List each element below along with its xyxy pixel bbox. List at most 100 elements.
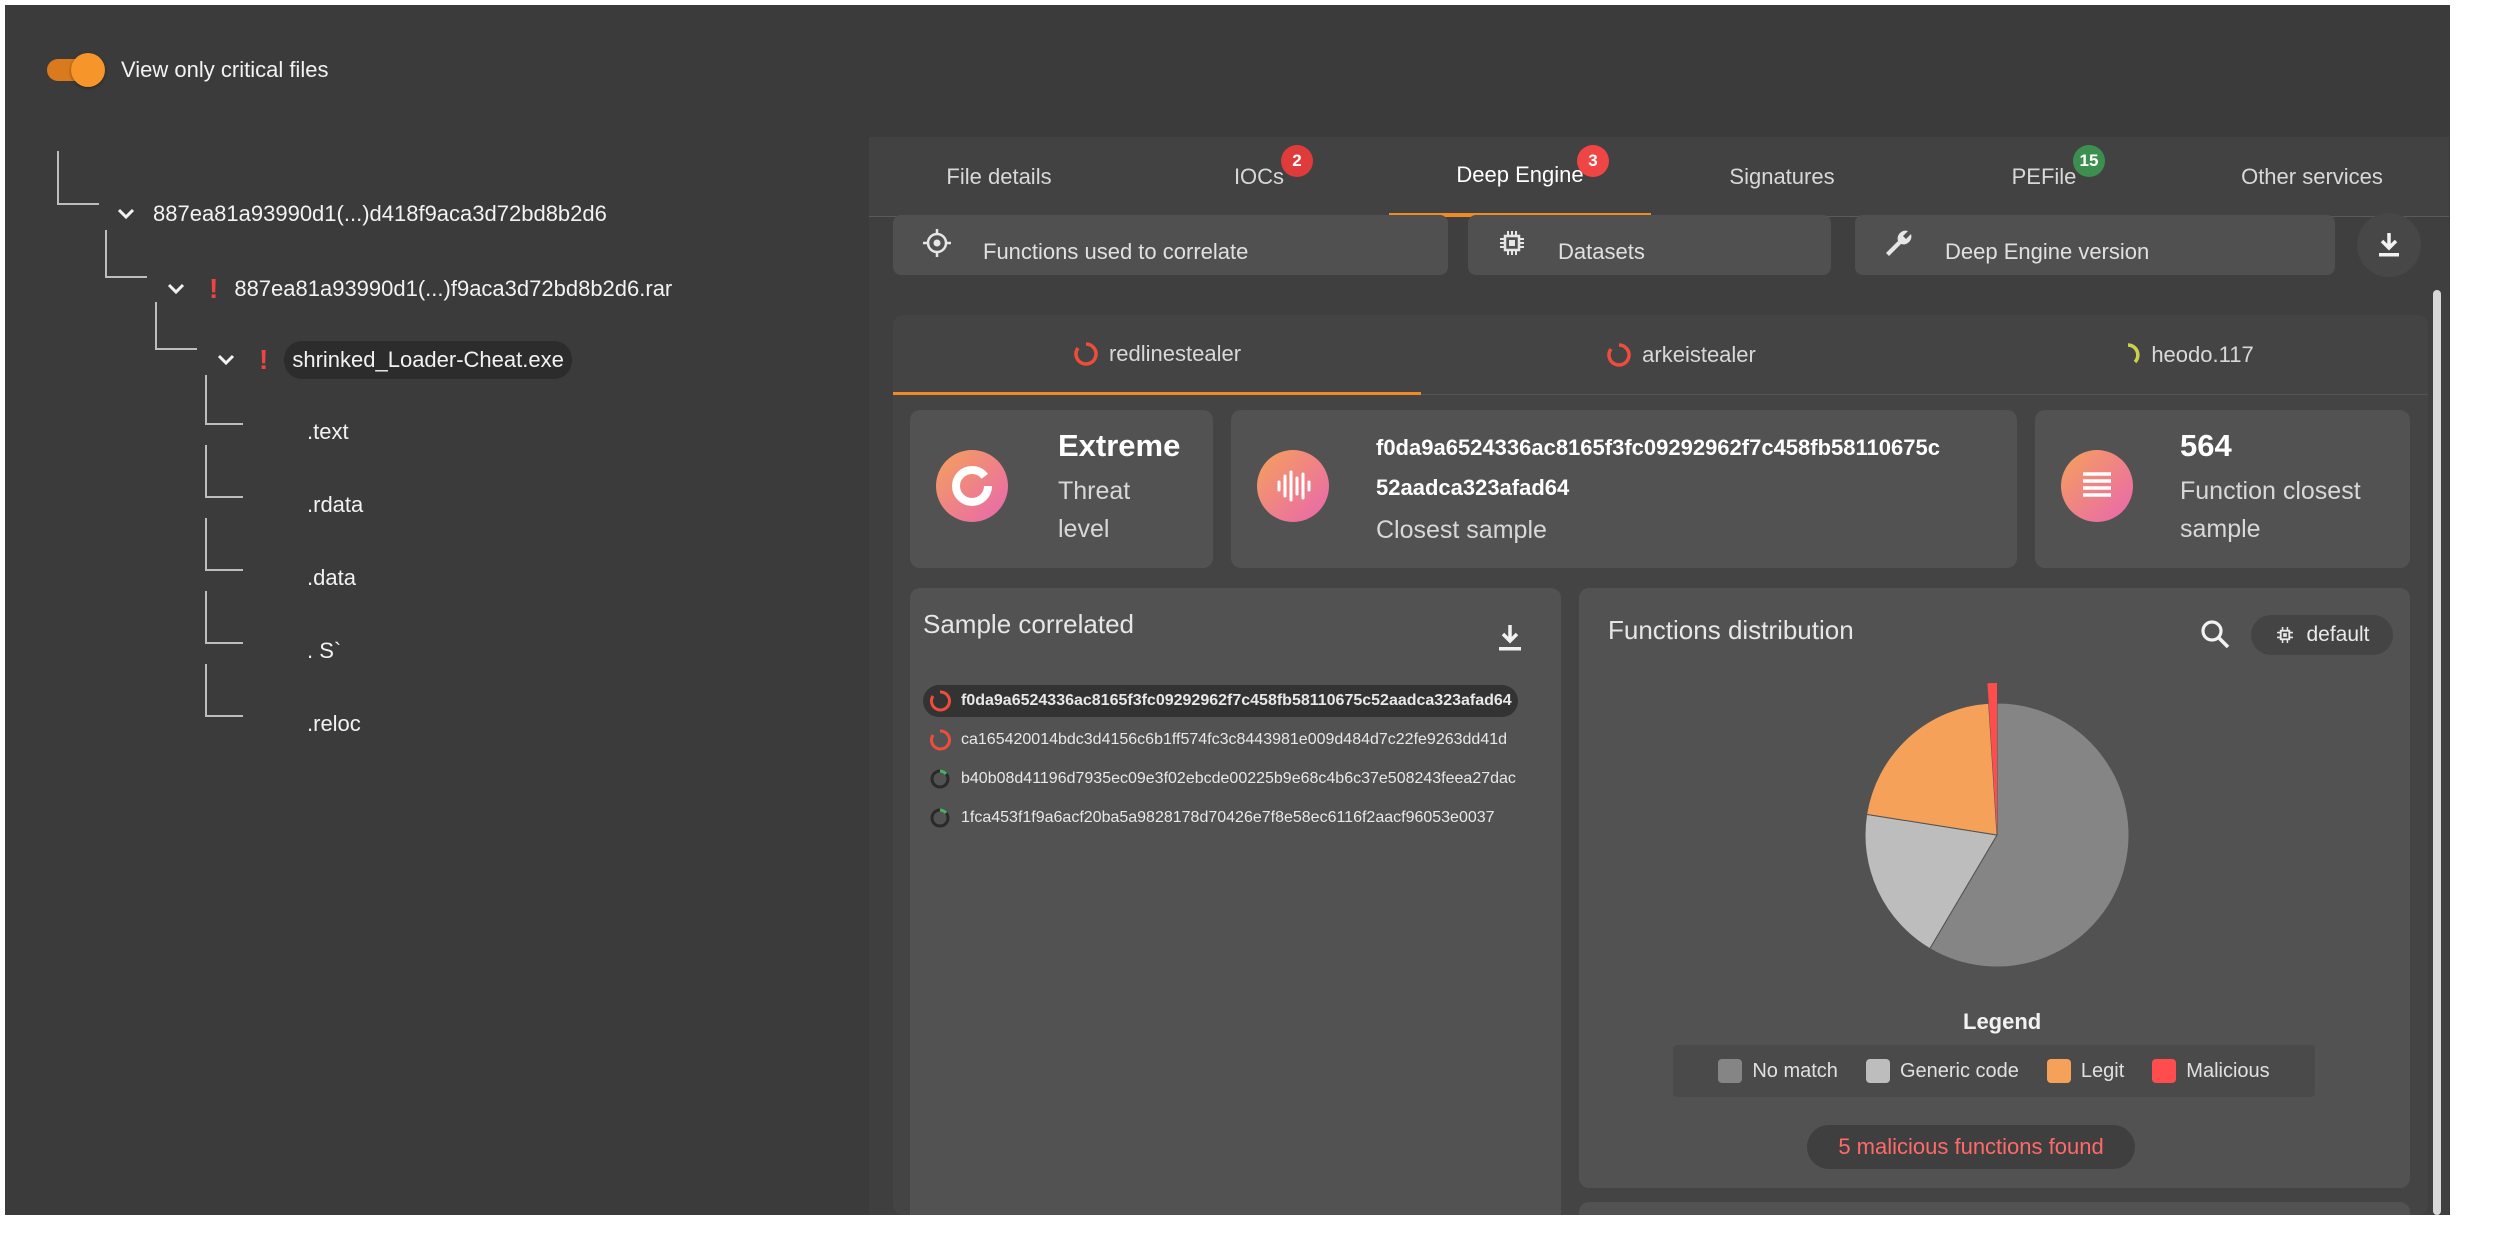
target-icon xyxy=(919,225,955,261)
panel-scrollbar[interactable] xyxy=(2433,290,2441,1215)
tree-leaf-section[interactable]: . S` xyxy=(307,638,341,664)
tree-connector xyxy=(205,518,243,571)
download-report-button[interactable] xyxy=(2357,213,2421,277)
family-tab-arkeistealer[interactable]: arkeistealer xyxy=(1421,315,1941,395)
low-threat-ring-icon xyxy=(930,769,950,789)
tree-node-label: 887ea81a93990d1(...)f9aca3d72bd8b2d6.rar xyxy=(234,276,673,301)
threat-ring-icon xyxy=(1607,343,1631,367)
download-icon xyxy=(1499,625,1521,651)
tree-node-root[interactable]: 887ea81a93990d1(...)d418f9aca3d72bd8b2d6 xyxy=(115,201,607,227)
tab-iocs[interactable]: IOCs 2 xyxy=(1129,137,1389,217)
tree-leaf-section[interactable]: .text xyxy=(307,419,349,445)
dataset-chip[interactable]: default xyxy=(2251,615,2393,655)
family-tab-redlinestealer[interactable]: redlinestealer xyxy=(893,315,1421,395)
function-count-label-line: sample xyxy=(2180,515,2261,543)
legend-item[interactable]: Legit xyxy=(2046,1059,2125,1083)
function-count-label-line: Function closest xyxy=(2180,477,2361,505)
sample-row-selected[interactable]: f0da9a6524336ac8165f3fc09292962f7c458fb5… xyxy=(923,685,1518,717)
tab-file-details[interactable]: File details xyxy=(869,137,1129,217)
tab-other-services[interactable]: Other services xyxy=(2175,137,2449,217)
download-samples-button[interactable] xyxy=(1495,622,1525,659)
engine-version-stat-card: Deep Engine version xyxy=(1855,215,2335,275)
dataset-chip-label: default xyxy=(2306,623,2370,646)
sample-hash: f0da9a6524336ac8165f3fc09292962f7c458fb5… xyxy=(961,692,1512,709)
deep-engine-count-badge: 3 xyxy=(1577,145,1609,177)
family-tab-heodo[interactable]: heodo.117 xyxy=(1941,315,2428,395)
chevron-down-icon[interactable] xyxy=(215,349,237,371)
list-icon xyxy=(2061,450,2133,522)
tree-connector xyxy=(155,302,197,350)
low-threat-ring-icon xyxy=(930,808,950,828)
functions-pie-chart xyxy=(1864,683,2130,968)
threat-ring-icon xyxy=(2128,343,2140,364)
tree-connector xyxy=(205,445,243,498)
tree-leaf-section[interactable]: .data xyxy=(307,565,356,591)
next-card-edge xyxy=(1579,1202,2410,1215)
tree-node-exe[interactable]: ! shrinked_Loader-Cheat.exe xyxy=(215,341,572,379)
tree-leaf-section[interactable]: .reloc xyxy=(307,711,361,737)
closest-sample-card: f0da9a6524336ac8165f3fc09292962f7c458fb5… xyxy=(1231,410,2017,568)
threat-level-label-line: level xyxy=(1058,515,1110,543)
tab-pefile[interactable]: PEFile 15 xyxy=(1913,137,2175,217)
function-closest-card: 564 Function closest sample xyxy=(2035,410,2410,568)
pie-slice-legit[interactable] xyxy=(1866,702,1998,836)
tree-leaf-section[interactable]: .rdata xyxy=(307,492,363,518)
tab-label: Signatures xyxy=(1729,164,1835,189)
closest-sample-label: Closest sample xyxy=(1376,516,1547,544)
sample-row[interactable]: 1fca453f1f9a6acf20ba5a9828178d70426e7f8e… xyxy=(923,802,1495,834)
chevron-down-icon[interactable] xyxy=(165,278,187,300)
datasets-stat-label: Datasets xyxy=(1558,239,1645,264)
tab-signatures[interactable]: Signatures xyxy=(1651,137,1913,217)
legend-swatch xyxy=(2046,1059,2071,1083)
soundwave-icon xyxy=(1257,450,1329,522)
closest-sample-hash-line: f0da9a6524336ac8165f3fc09292962f7c458fb5… xyxy=(1376,435,1940,460)
tree-connector xyxy=(205,664,243,717)
critical-files-toggle[interactable]: View only critical files xyxy=(47,53,328,87)
tab-label: Other services xyxy=(2241,164,2383,189)
sample-correlated-title: Sample correlated xyxy=(923,609,1134,639)
tree-node-label: 887ea81a93990d1(...)d418f9aca3d72bd8b2d6 xyxy=(153,201,607,226)
tree-connector xyxy=(57,151,99,205)
functions-stat-label: Functions used to correlate xyxy=(983,239,1249,264)
legend-item[interactable]: Malicious xyxy=(2152,1059,2270,1083)
chart-legend: No match Generic code Legit Malicious xyxy=(1673,1045,2315,1097)
legend-swatch xyxy=(1718,1059,1743,1083)
tab-label: IOCs xyxy=(1233,164,1285,189)
legend-label: Legit xyxy=(2080,1059,2125,1082)
pefile-count-badge: 15 xyxy=(2073,145,2105,177)
critical-alert-icon: ! xyxy=(209,273,219,304)
search-button[interactable] xyxy=(2198,617,2232,656)
toggle-knob[interactable] xyxy=(71,53,105,87)
closest-sample-hash-line: 52aadca323afad64 xyxy=(1376,475,1570,500)
chevron-down-icon[interactable] xyxy=(115,203,137,225)
legend-item[interactable]: Generic code xyxy=(1865,1059,2019,1083)
threat-level-label: Threat level xyxy=(1058,472,1130,548)
legend-title: Legend xyxy=(1963,1009,2042,1034)
tab-label: File details xyxy=(946,164,1052,189)
engine-version-label: Deep Engine version xyxy=(1945,239,2150,264)
malicious-functions-summary[interactable]: 5 malicious functions found xyxy=(1807,1125,2135,1169)
legend-item[interactable]: No match xyxy=(1718,1059,1838,1083)
tree-connector xyxy=(205,591,243,644)
download-icon xyxy=(2379,233,2399,257)
tab-label: PEFile xyxy=(2011,164,2077,189)
threat-level-card: Extreme Threat level xyxy=(910,410,1213,568)
threat-ring-icon xyxy=(1074,341,1098,366)
chip-icon xyxy=(1494,225,1530,261)
threat-ring-icon xyxy=(930,690,951,712)
sample-row[interactable]: b40b08d41196d7935ec09e3f02ebcde00225b9e6… xyxy=(923,763,1516,795)
app-window: View only critical files 887ea81a93990d1… xyxy=(5,5,2450,1215)
tree-node-archive[interactable]: ! 887ea81a93990d1(...)f9aca3d72bd8b2d6.r… xyxy=(165,273,672,305)
wrench-icon xyxy=(1881,225,1917,261)
tab-deep-engine[interactable]: Deep Engine 3 xyxy=(1389,137,1651,217)
threat-level-value: Extreme xyxy=(1058,428,1181,463)
sample-row[interactable]: ca165420014bdc3d4156c6b1ff574fc3c8443981… xyxy=(923,724,1507,756)
function-count-label: Function closest sample xyxy=(2180,472,2361,548)
sample-correlated-card xyxy=(910,588,1561,1215)
sample-hash: ca165420014bdc3d4156c6b1ff574fc3c8443981… xyxy=(961,731,1508,748)
tree-connector xyxy=(105,230,147,278)
toggle-track[interactable] xyxy=(47,53,105,87)
datasets-stat-card: Datasets xyxy=(1468,215,1831,275)
family-tabs: redlinestealer arkeistealer heodo.117 xyxy=(893,315,2428,395)
legend-label: Generic code xyxy=(1899,1059,2019,1082)
